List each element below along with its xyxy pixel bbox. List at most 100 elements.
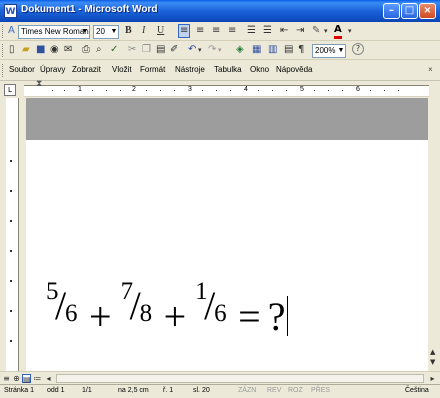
table-icon[interactable]: ▦ [252, 44, 261, 56]
new-document-icon[interactable]: ▯ [9, 44, 15, 56]
bullets-icon[interactable]: ☰ [263, 25, 272, 37]
align-right-icon[interactable]: ≡ [212, 25, 220, 37]
open-icon[interactable]: ▰ [22, 44, 30, 56]
increase-indent-icon[interactable]: ⇥ [296, 25, 304, 37]
menu-edit[interactable]: Úpravy [40, 65, 65, 74]
show-formatting-icon[interactable]: ¶ [298, 44, 304, 56]
outline-view-icon[interactable]: ≔ [33, 374, 42, 383]
bold-button[interactable]: B [125, 25, 132, 37]
status-rec[interactable]: ZÁZN [238, 387, 256, 394]
ruler-tick [10, 340, 12, 342]
status-bar: Stránka 1 odd 1 1/1 na 2,5 cm ř. 1 sl. 2… [0, 384, 440, 398]
email-icon[interactable]: ✉ [64, 44, 72, 56]
scroll-right-icon[interactable]: ▸ [428, 374, 437, 383]
print-icon[interactable]: ⎙ [82, 44, 90, 56]
chevron-down-icon[interactable]: ▾ [348, 25, 352, 37]
zoom-combo[interactable]: 200% ▼ [312, 44, 346, 58]
word-app-icon[interactable]: W [4, 4, 17, 18]
highlight-icon[interactable]: ✎ [312, 25, 320, 37]
save-icon[interactable]: ■ [36, 44, 45, 56]
cut-icon[interactable]: ✂ [128, 44, 136, 56]
menu-tools[interactable]: Nástroje [175, 65, 205, 74]
horizontal-scrollbar[interactable]: ≡ ⊕ ▤ ≔ ◂ ▸ [0, 371, 440, 384]
normal-view-icon[interactable]: ≡ [2, 374, 11, 383]
menu-table[interactable]: Tabulka [214, 65, 242, 74]
minimize-button[interactable]: – [383, 3, 400, 19]
status-page: Stránka 1 [4, 387, 34, 394]
menu-window[interactable]: Okno [250, 65, 269, 74]
spelling-icon[interactable]: ✓ [110, 44, 118, 56]
vertical-ruler[interactable] [0, 98, 26, 371]
chevron-down-icon[interactable]: ▼ [81, 26, 89, 38]
web-view-icon[interactable]: ⊕ [12, 374, 21, 383]
redo-icon[interactable]: ↷ [208, 44, 216, 56]
maximize-button[interactable]: □ [401, 3, 418, 19]
equation-line[interactable]: 5 / 6 + 7 / 8 + 1 / 6 =? [44, 278, 289, 340]
scroll-track[interactable] [56, 374, 424, 383]
tab-selector-icon[interactable]: L [4, 84, 16, 96]
ruler-tick [342, 90, 343, 91]
menu-file[interactable]: Soubor [9, 65, 35, 74]
menu-format[interactable]: Formát [140, 65, 165, 74]
numbering-icon[interactable]: ☰ [247, 25, 256, 37]
font-name-combo[interactable]: Times New Roman ▼ [18, 25, 90, 39]
status-ext[interactable]: ROZ [288, 387, 303, 394]
print-layout-icon[interactable]: ▤ [22, 374, 31, 384]
close-document-button[interactable]: × [428, 65, 433, 74]
title-bar[interactable]: W Dokument1 - Microsoft Word – □ × [0, 0, 440, 22]
italic-button[interactable]: I [142, 25, 145, 37]
paste-icon[interactable]: ▤ [156, 44, 165, 56]
chevron-down-icon[interactable]: ▾ [324, 25, 328, 37]
toolbar-grip[interactable] [2, 44, 6, 57]
font-color-icon[interactable]: A [334, 24, 342, 39]
underline-button[interactable]: U [157, 25, 164, 37]
font-size-combo[interactable]: 20 ▼ [93, 25, 119, 39]
ruler-number: 3 [188, 86, 192, 93]
chevron-down-icon[interactable]: ▼ [110, 26, 118, 38]
next-page-icon[interactable]: ▼ [430, 358, 435, 366]
status-line: ř. 1 [163, 387, 174, 394]
format-painter-icon[interactable]: ✐ [170, 44, 178, 56]
prev-page-icon[interactable]: ▲ [430, 348, 435, 356]
indent-marker-icon[interactable]: ⧗ [36, 80, 42, 89]
scroll-left-icon[interactable]: ◂ [44, 374, 53, 383]
undo-icon[interactable]: ↶ [188, 44, 196, 56]
menu-view[interactable]: Zobrazit [72, 65, 101, 74]
align-center-icon[interactable]: ≡ [196, 25, 204, 37]
permission-icon[interactable]: ◉ [50, 44, 59, 56]
document-page[interactable]: 5 / 6 + 7 / 8 + 1 / 6 =? [26, 140, 428, 371]
toolbar-grip[interactable] [2, 25, 6, 38]
horizontal-ruler[interactable]: L ⧗ 1 2 3 4 5 6 [0, 80, 440, 99]
justify-icon[interactable]: ≡ [228, 25, 236, 37]
hyperlink-icon[interactable]: ◈ [236, 44, 244, 56]
ruler-tick [10, 250, 12, 252]
vertical-ruler-strip[interactable] [6, 98, 19, 371]
fraction-five-sixths: 5 / 6 [44, 278, 82, 330]
ruler-tick [120, 90, 121, 91]
formatting-toolbar: A Times New Roman ▼ 20 ▼ B I U ≡ ≡ ≡ ≡ ☰… [0, 22, 440, 41]
chevron-down-icon[interactable]: ▾ [198, 44, 202, 56]
status-trk[interactable]: REV [267, 387, 281, 394]
copy-icon[interactable]: ❐ [142, 44, 151, 56]
ruler-tick [64, 90, 65, 91]
menu-help[interactable]: Nápověda [276, 65, 312, 74]
ruler-strip[interactable]: ⧗ 1 2 3 4 5 6 [24, 80, 429, 97]
styles-icon[interactable]: A [8, 25, 15, 37]
excel-table-icon[interactable]: ▥ [268, 44, 277, 56]
print-preview-icon[interactable]: ⌕ [96, 44, 102, 56]
decrease-indent-icon[interactable]: ⇤ [280, 25, 288, 37]
status-ovr[interactable]: PŘES [311, 387, 330, 394]
menu-grip[interactable] [2, 64, 6, 77]
menu-insert[interactable]: Vložit [112, 65, 132, 74]
chevron-down-icon[interactable]: ▾ [218, 44, 222, 56]
chevron-down-icon[interactable]: ▼ [337, 45, 345, 57]
close-button[interactable]: × [419, 3, 436, 19]
align-left-icon[interactable]: ≡ [178, 24, 191, 38]
vertical-scrollbar[interactable]: ▲ ▼ [428, 98, 440, 371]
ruler-tick [230, 90, 231, 91]
ruler-tick [328, 90, 329, 91]
columns-icon[interactable]: ▤ [284, 44, 293, 56]
status-position: na 2,5 cm [118, 387, 149, 394]
status-language[interactable]: Čeština [405, 387, 429, 394]
help-button[interactable]: ? [352, 43, 364, 55]
